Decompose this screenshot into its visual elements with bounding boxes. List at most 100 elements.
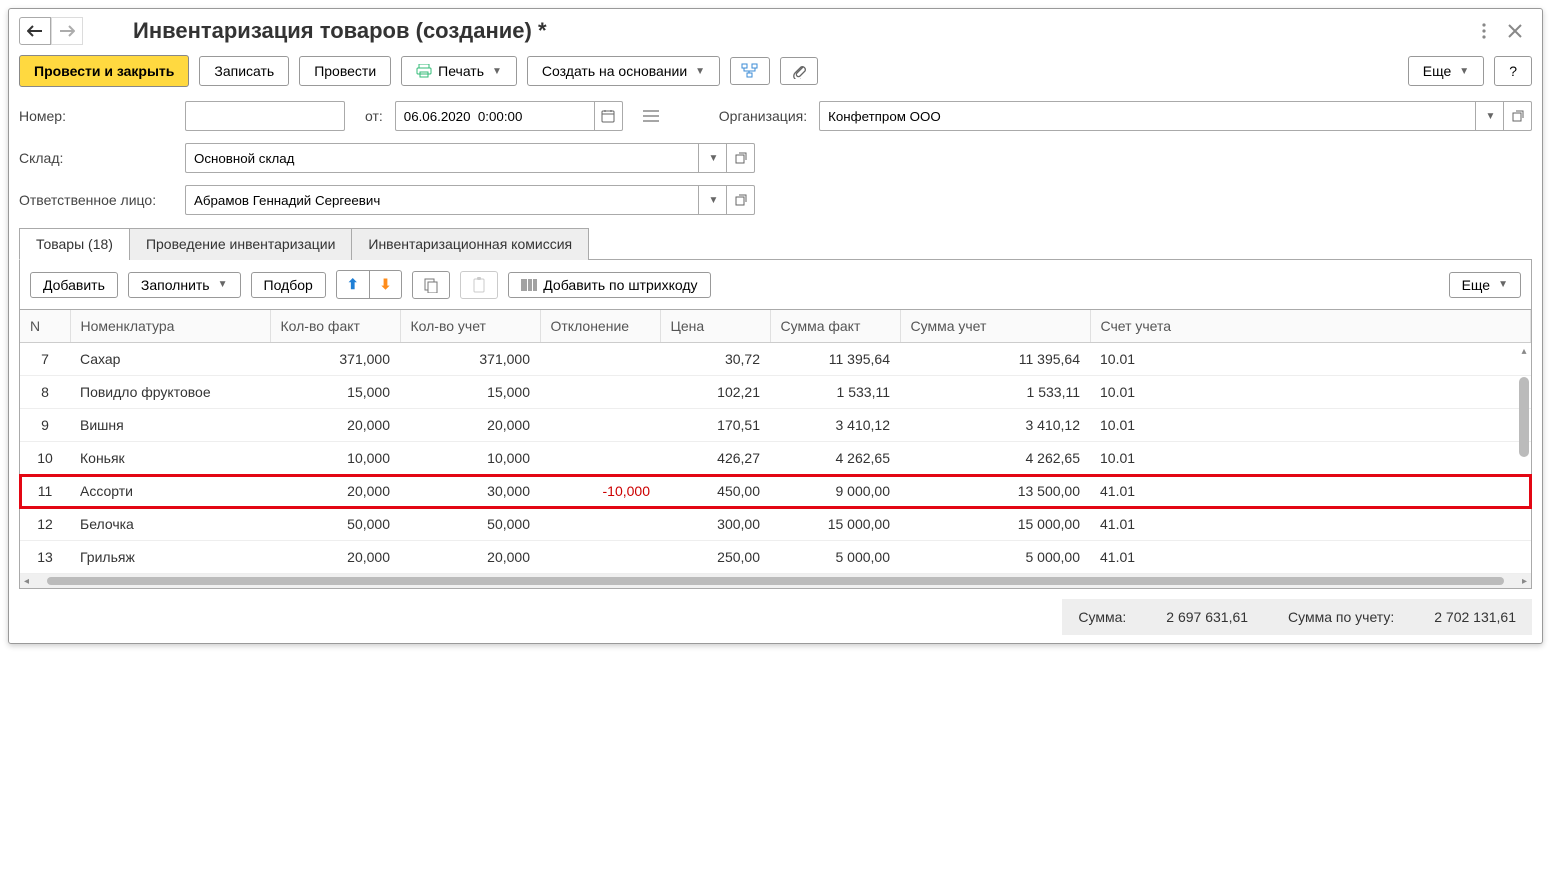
cell-sum-fact: 4 262,65 [770,442,900,475]
list-icon-button[interactable] [639,108,663,124]
col-sum-acc[interactable]: Сумма учет [900,310,1090,343]
col-qty-acc[interactable]: Кол-во учет [400,310,540,343]
table-row[interactable]: 10Коньяк10,00010,000426,274 262,654 262,… [20,442,1531,475]
cell-dev [540,508,660,541]
cell-price: 300,00 [660,508,770,541]
titlebar: Инвентаризация товаров (создание) * [19,17,1532,45]
col-qty-fact[interactable]: Кол-во факт [270,310,400,343]
cell-sum-acc: 4 262,65 [900,442,1090,475]
move-down-button[interactable]: ⬇ [370,270,403,299]
move-up-button[interactable]: ⬆ [336,270,370,299]
cell-sum-acc: 1 533,11 [900,376,1090,409]
col-sum-fact[interactable]: Сумма факт [770,310,900,343]
table-row[interactable]: 8Повидло фруктовое15,00015,000102,211 53… [20,376,1531,409]
structure-button[interactable] [730,57,770,85]
col-nomen[interactable]: Номенклатура [70,310,270,343]
nav-forward-button[interactable] [51,17,83,45]
tab-commission[interactable]: Инвентаризационная комиссия [351,228,589,260]
fill-button[interactable]: Заполнить ▼ [128,272,241,298]
table-row[interactable]: 11Ассорти20,00030,000-10,000450,009 000,… [20,475,1531,508]
cell-qty-acc: 20,000 [400,409,540,442]
cell-qty-acc: 10,000 [400,442,540,475]
arrow-right-icon [59,25,75,37]
col-price[interactable]: Цена [660,310,770,343]
scrollbar-thumb[interactable] [1519,377,1529,457]
cell-n: 11 [20,475,70,508]
calendar-button[interactable] [595,101,623,131]
create-based-button[interactable]: Создать на основании ▼ [527,56,720,86]
cell-account: 41.01 [1090,541,1531,574]
org-open-button[interactable] [1504,101,1532,131]
kebab-menu-button[interactable] [1478,21,1490,41]
close-button[interactable] [1504,21,1526,41]
cell-sum-fact: 5 000,00 [770,541,900,574]
cell-name: Повидло фруктовое [70,376,270,409]
goods-table: N Номенклатура Кол-во факт Кол-во учет О… [20,310,1531,574]
cell-n: 12 [20,508,70,541]
number-input[interactable] [185,101,345,131]
print-button[interactable]: Печать ▼ [401,56,517,86]
sum-acc-value: 2 702 131,61 [1434,609,1516,625]
number-label: Номер: [19,108,179,124]
more-button[interactable]: Еще ▼ [1408,56,1484,86]
warehouse-input[interactable] [185,143,699,173]
warehouse-label: Склад: [19,150,179,166]
org-dropdown-button[interactable]: ▼ [1476,101,1504,131]
footer: Сумма: 2 697 631,61 Сумма по учету: 2 70… [19,599,1532,635]
col-n[interactable]: N [20,310,70,343]
horizontal-scrollbar[interactable]: ◂ ▸ [20,574,1531,588]
post-and-close-button[interactable]: Провести и закрыть [19,55,189,87]
chevron-down-icon: ▼ [709,195,719,206]
attachment-button[interactable] [780,57,818,85]
chevron-down-icon: ▼ [695,66,705,77]
nav-back-button[interactable] [19,17,51,45]
responsible-open-button[interactable] [727,185,755,215]
tab-goods[interactable]: Товары (18) [19,228,130,260]
close-icon [1508,24,1522,38]
table-header-row: N Номенклатура Кол-во факт Кол-во учет О… [20,310,1531,343]
org-input[interactable] [819,101,1476,131]
help-button[interactable]: ? [1494,56,1532,86]
scroll-up-icon: ▴ [1519,346,1529,357]
org-label: Организация: [719,108,807,124]
date-input[interactable] [395,101,595,131]
cell-qty-acc: 20,000 [400,541,540,574]
cell-qty-fact: 50,000 [270,508,400,541]
table-row[interactable]: 13Грильяж20,00020,000250,005 000,005 000… [20,541,1531,574]
responsible-dropdown-button[interactable]: ▼ [699,185,727,215]
paperclip-icon [791,63,807,79]
table-row[interactable]: 9Вишня20,00020,000170,513 410,123 410,12… [20,409,1531,442]
row-number-date-org: Номер: от: Организация: ▼ [19,101,1532,131]
col-account[interactable]: Счет учета [1090,310,1531,343]
tab-conduct[interactable]: Проведение инвентаризации [129,228,352,260]
cell-qty-fact: 371,000 [270,343,400,376]
scrollbar-h-thumb[interactable] [47,577,1504,585]
post-button[interactable]: Провести [299,56,391,86]
add-button[interactable]: Добавить [30,272,118,298]
table-row[interactable]: 12Белочка50,00050,000300,0015 000,0015 0… [20,508,1531,541]
scroll-right-icon: ▸ [1518,576,1531,587]
tab-more-button[interactable]: Еще ▼ [1449,272,1521,298]
col-dev[interactable]: Отклонение [540,310,660,343]
cell-dev [540,409,660,442]
chevron-down-icon: ▼ [218,279,228,290]
cell-sum-acc: 3 410,12 [900,409,1090,442]
pick-button[interactable]: Подбор [251,272,326,298]
vertical-scrollbar[interactable]: ▴ [1519,346,1529,570]
cell-qty-fact: 20,000 [270,475,400,508]
responsible-input[interactable] [185,185,699,215]
chevron-down-icon: ▼ [709,153,719,164]
paste-button[interactable] [460,271,498,299]
from-label: от: [365,108,383,124]
warehouse-open-button[interactable] [727,143,755,173]
cell-n: 7 [20,343,70,376]
cell-price: 170,51 [660,409,770,442]
copy-button[interactable] [412,271,450,299]
add-barcode-button[interactable]: Добавить по штрихкоду [508,272,710,298]
write-button[interactable]: Записать [199,56,289,86]
warehouse-dropdown-button[interactable]: ▼ [699,143,727,173]
table-row[interactable]: 7Сахар371,000371,00030,7211 395,6411 395… [20,343,1531,376]
cell-account: 10.01 [1090,409,1531,442]
chevron-down-icon: ▼ [492,66,502,77]
cell-name: Вишня [70,409,270,442]
